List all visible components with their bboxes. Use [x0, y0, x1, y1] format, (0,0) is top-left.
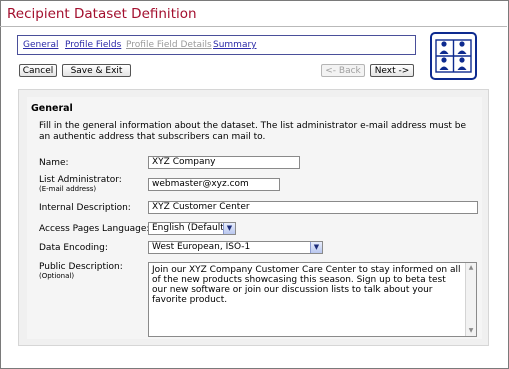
- list-admin-email-input[interactable]: webmaster@xyz.com: [148, 178, 280, 191]
- chevron-down-icon[interactable]: ▼: [310, 242, 322, 253]
- name-label: Name:: [39, 158, 69, 168]
- internal-description-label: Internal Description:: [39, 203, 131, 213]
- access-language-select[interactable]: English (Default) ▼: [148, 222, 236, 235]
- name-input[interactable]: XYZ Company: [148, 156, 300, 169]
- page-title: Recipient Dataset Definition: [7, 6, 197, 22]
- cancel-button[interactable]: Cancel: [19, 64, 57, 77]
- wizard-nav: General Profile Fields Profile Field Det…: [17, 35, 416, 55]
- access-language-value: English (Default): [152, 223, 228, 233]
- tab-profile-field-details: Profile Field Details: [126, 40, 212, 50]
- textarea-scrollbar[interactable]: ▲ ▼: [465, 263, 476, 336]
- internal-description-input[interactable]: XYZ Customer Center: [148, 201, 478, 214]
- save-exit-button[interactable]: Save & Exit: [62, 64, 131, 77]
- section-intro: Fill in the general information about th…: [39, 121, 467, 142]
- data-encoding-value: West European, ISO-1: [152, 242, 251, 252]
- public-description-text: Join our XYZ Company Customer Care Cente…: [152, 265, 461, 305]
- tab-general[interactable]: General: [23, 40, 58, 50]
- data-encoding-label: Data Encoding:: [39, 243, 108, 253]
- list-admin-label-text: List Administrator:: [39, 175, 122, 185]
- next-button[interactable]: Next ->: [370, 64, 414, 77]
- list-admin-label: List Administrator: (E-mail address): [39, 175, 122, 194]
- chevron-down-icon[interactable]: ▼: [223, 223, 235, 234]
- public-description-label: Public Description: (Optional): [39, 262, 123, 281]
- access-language-label: Access Pages Language:: [39, 224, 150, 234]
- section-title: General: [31, 103, 73, 114]
- public-description-sublabel: (Optional): [39, 272, 75, 280]
- tab-profile-fields[interactable]: Profile Fields: [65, 40, 121, 50]
- data-encoding-select[interactable]: West European, ISO-1 ▼: [148, 241, 323, 254]
- scroll-up-icon[interactable]: ▲: [466, 263, 476, 273]
- public-description-label-text: Public Description:: [39, 262, 123, 272]
- list-admin-sublabel: (E-mail address): [39, 185, 97, 193]
- scroll-down-icon[interactable]: ▼: [466, 326, 476, 336]
- title-divider: [0, 26, 507, 27]
- public-description-textarea[interactable]: Join our XYZ Company Customer Care Cente…: [148, 262, 477, 337]
- people-grid-icon: [430, 32, 477, 80]
- tab-summary[interactable]: Summary: [213, 40, 257, 50]
- back-button: <- Back: [321, 64, 365, 77]
